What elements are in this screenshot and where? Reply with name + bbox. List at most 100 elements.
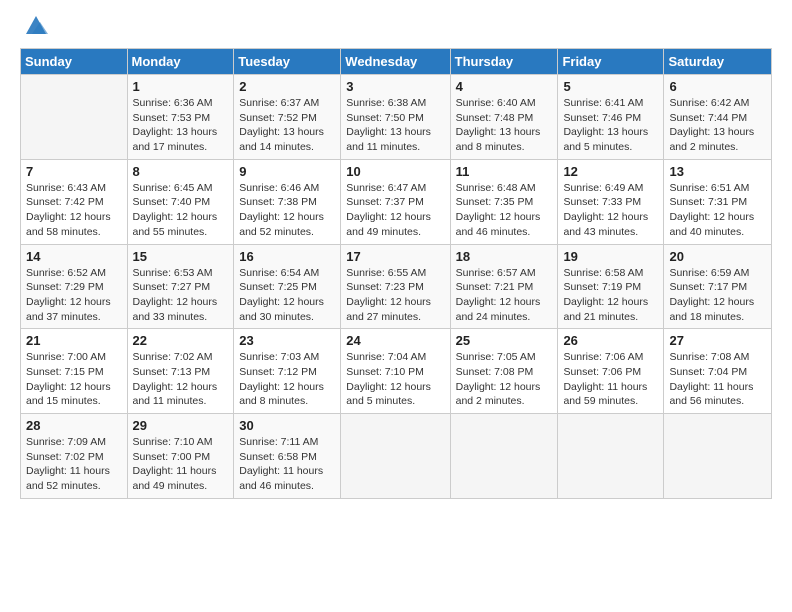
day-detail: Sunrise: 6:46 AMSunset: 7:38 PMDaylight:… (239, 181, 335, 240)
day-num: 2 (239, 79, 335, 94)
day-cell: 22 Sunrise: 7:02 AMSunset: 7:13 PMDayligh… (127, 329, 234, 414)
weekday-header-tuesday: Tuesday (234, 49, 341, 75)
weekday-header-wednesday: Wednesday (341, 49, 450, 75)
day-num: 6 (669, 79, 766, 94)
day-num: 8 (133, 164, 229, 179)
weekday-header-friday: Friday (558, 49, 664, 75)
day-detail: Sunrise: 7:03 AMSunset: 7:12 PMDaylight:… (239, 350, 335, 409)
logo-icon (22, 12, 50, 40)
day-detail: Sunrise: 6:53 AMSunset: 7:27 PMDaylight:… (133, 266, 229, 325)
day-detail: Sunrise: 7:06 AMSunset: 7:06 PMDaylight:… (563, 350, 658, 409)
day-detail: Sunrise: 7:00 AMSunset: 7:15 PMDaylight:… (26, 350, 122, 409)
day-cell (558, 414, 664, 499)
day-num: 23 (239, 333, 335, 348)
day-cell: 10 Sunrise: 6:47 AMSunset: 7:37 PMDayligh… (341, 159, 450, 244)
day-num: 30 (239, 418, 335, 433)
day-cell: 25 Sunrise: 7:05 AMSunset: 7:08 PMDayligh… (450, 329, 558, 414)
day-cell: 1 Sunrise: 6:36 AMSunset: 7:53 PMDaylight… (127, 75, 234, 160)
week-row-4: 21 Sunrise: 7:00 AMSunset: 7:15 PMDayligh… (21, 329, 772, 414)
day-cell: 28 Sunrise: 7:09 AMSunset: 7:02 PMDayligh… (21, 414, 128, 499)
day-cell (341, 414, 450, 499)
day-num: 25 (456, 333, 553, 348)
day-cell: 18Sunrise: 6:57 AMSunset: 7:21 PMDayligh… (450, 244, 558, 329)
day-detail: Sunrise: 6:37 AMSunset: 7:52 PMDaylight:… (239, 96, 335, 155)
day-cell: 14 Sunrise: 6:52 AMSunset: 7:29 PMDayligh… (21, 244, 128, 329)
day-cell: 5 Sunrise: 6:41 AMSunset: 7:46 PMDaylight… (558, 75, 664, 160)
day-cell: 19 Sunrise: 6:58 AMSunset: 7:19 PMDayligh… (558, 244, 664, 329)
day-num: 3 (346, 79, 444, 94)
week-row-5: 28 Sunrise: 7:09 AMSunset: 7:02 PMDayligh… (21, 414, 772, 499)
day-cell: 13Sunrise: 6:51 AMSunset: 7:31 PMDayligh… (664, 159, 772, 244)
day-num: 27 (669, 333, 766, 348)
day-cell: 20 Sunrise: 6:59 AMSunset: 7:17 PMDayligh… (664, 244, 772, 329)
weekday-header-sunday: Sunday (21, 49, 128, 75)
day-num: 16 (239, 249, 335, 264)
day-detail: Sunrise: 7:04 AMSunset: 7:10 PMDaylight:… (346, 350, 444, 409)
page: SundayMondayTuesdayWednesdayThursdayFrid… (0, 0, 792, 612)
day-detail: Sunrise: 7:05 AMSunset: 7:08 PMDaylight:… (456, 350, 553, 409)
day-detail: Sunrise: 6:40 AMSunset: 7:48 PMDaylight:… (456, 96, 553, 155)
day-detail: Sunrise: 6:48 AMSunset: 7:35 PMDaylight:… (456, 181, 553, 240)
day-cell: 26 Sunrise: 7:06 AMSunset: 7:06 PMDayligh… (558, 329, 664, 414)
calendar-table: SundayMondayTuesdayWednesdayThursdayFrid… (20, 48, 772, 499)
weekday-header-row: SundayMondayTuesdayWednesdayThursdayFrid… (21, 49, 772, 75)
day-detail: Sunrise: 6:45 AMSunset: 7:40 PMDaylight:… (133, 181, 229, 240)
day-cell: 12 Sunrise: 6:49 AMSunset: 7:33 PMDayligh… (558, 159, 664, 244)
day-detail: Sunrise: 7:02 AMSunset: 7:13 PMDaylight:… (133, 350, 229, 409)
day-cell: 30 Sunrise: 7:11 AMSunset: 6:58 PMDayligh… (234, 414, 341, 499)
day-cell: 16 Sunrise: 6:54 AMSunset: 7:25 PMDayligh… (234, 244, 341, 329)
day-detail: Sunrise: 6:59 AMSunset: 7:17 PMDaylight:… (669, 266, 766, 325)
day-cell: 24 Sunrise: 7:04 AMSunset: 7:10 PMDayligh… (341, 329, 450, 414)
day-cell (450, 414, 558, 499)
day-cell: 9 Sunrise: 6:46 AMSunset: 7:38 PMDaylight… (234, 159, 341, 244)
weekday-header-monday: Monday (127, 49, 234, 75)
day-num: 21 (26, 333, 122, 348)
day-detail: Sunrise: 7:09 AMSunset: 7:02 PMDaylight:… (26, 435, 122, 494)
day-cell: 15 Sunrise: 6:53 AMSunset: 7:27 PMDayligh… (127, 244, 234, 329)
day-cell (664, 414, 772, 499)
day-detail: Sunrise: 7:11 AMSunset: 6:58 PMDaylight:… (239, 435, 335, 494)
day-detail: Sunrise: 6:41 AMSunset: 7:46 PMDaylight:… (563, 96, 658, 155)
day-num: 19 (563, 249, 658, 264)
day-detail: Sunrise: 6:42 AMSunset: 7:44 PMDaylight:… (669, 96, 766, 155)
day-detail: Sunrise: 6:58 AMSunset: 7:19 PMDaylight:… (563, 266, 658, 325)
day-detail: Sunrise: 6:55 AMSunset: 7:23 PMDaylight:… (346, 266, 444, 325)
day-num: 1 (133, 79, 229, 94)
day-num: 20 (669, 249, 766, 264)
day-cell: 7Sunrise: 6:43 AMSunset: 7:42 PMDaylight… (21, 159, 128, 244)
day-num: 28 (26, 418, 122, 433)
day-num: 13 (669, 164, 766, 179)
day-num: 22 (133, 333, 229, 348)
day-detail: Sunrise: 6:57 AMSunset: 7:21 PMDaylight:… (456, 266, 553, 325)
weekday-header-saturday: Saturday (664, 49, 772, 75)
day-cell (21, 75, 128, 160)
day-cell: 21 Sunrise: 7:00 AMSunset: 7:15 PMDayligh… (21, 329, 128, 414)
day-cell: 23 Sunrise: 7:03 AMSunset: 7:12 PMDayligh… (234, 329, 341, 414)
day-num: 15 (133, 249, 229, 264)
day-num: 7 (26, 164, 122, 179)
day-cell: 8 Sunrise: 6:45 AMSunset: 7:40 PMDaylight… (127, 159, 234, 244)
day-num: 26 (563, 333, 658, 348)
day-cell: 6 Sunrise: 6:42 AMSunset: 7:44 PMDaylight… (664, 75, 772, 160)
day-cell: 4Sunrise: 6:40 AMSunset: 7:48 PMDaylight… (450, 75, 558, 160)
day-detail: Sunrise: 6:49 AMSunset: 7:33 PMDaylight:… (563, 181, 658, 240)
day-num: 9 (239, 164, 335, 179)
day-num: 24 (346, 333, 444, 348)
logo (20, 16, 50, 40)
day-detail: Sunrise: 7:08 AMSunset: 7:04 PMDaylight:… (669, 350, 766, 409)
day-num: 17 (346, 249, 444, 264)
day-cell: 27 Sunrise: 7:08 AMSunset: 7:04 PMDayligh… (664, 329, 772, 414)
day-num: 29 (133, 418, 229, 433)
day-cell: 2 Sunrise: 6:37 AMSunset: 7:52 PMDaylight… (234, 75, 341, 160)
day-detail: Sunrise: 6:38 AMSunset: 7:50 PMDaylight:… (346, 96, 444, 155)
day-num: 14 (26, 249, 122, 264)
day-detail: Sunrise: 6:47 AMSunset: 7:37 PMDaylight:… (346, 181, 444, 240)
day-num: 11 (456, 164, 553, 179)
day-detail: Sunrise: 6:54 AMSunset: 7:25 PMDaylight:… (239, 266, 335, 325)
day-detail: Sunrise: 6:52 AMSunset: 7:29 PMDaylight:… (26, 266, 122, 325)
day-num: 12 (563, 164, 658, 179)
day-cell: 11 Sunrise: 6:48 AMSunset: 7:35 PMDayligh… (450, 159, 558, 244)
day-num: 5 (563, 79, 658, 94)
day-detail: Sunrise: 6:36 AMSunset: 7:53 PMDaylight:… (133, 96, 229, 155)
day-num: 10 (346, 164, 444, 179)
